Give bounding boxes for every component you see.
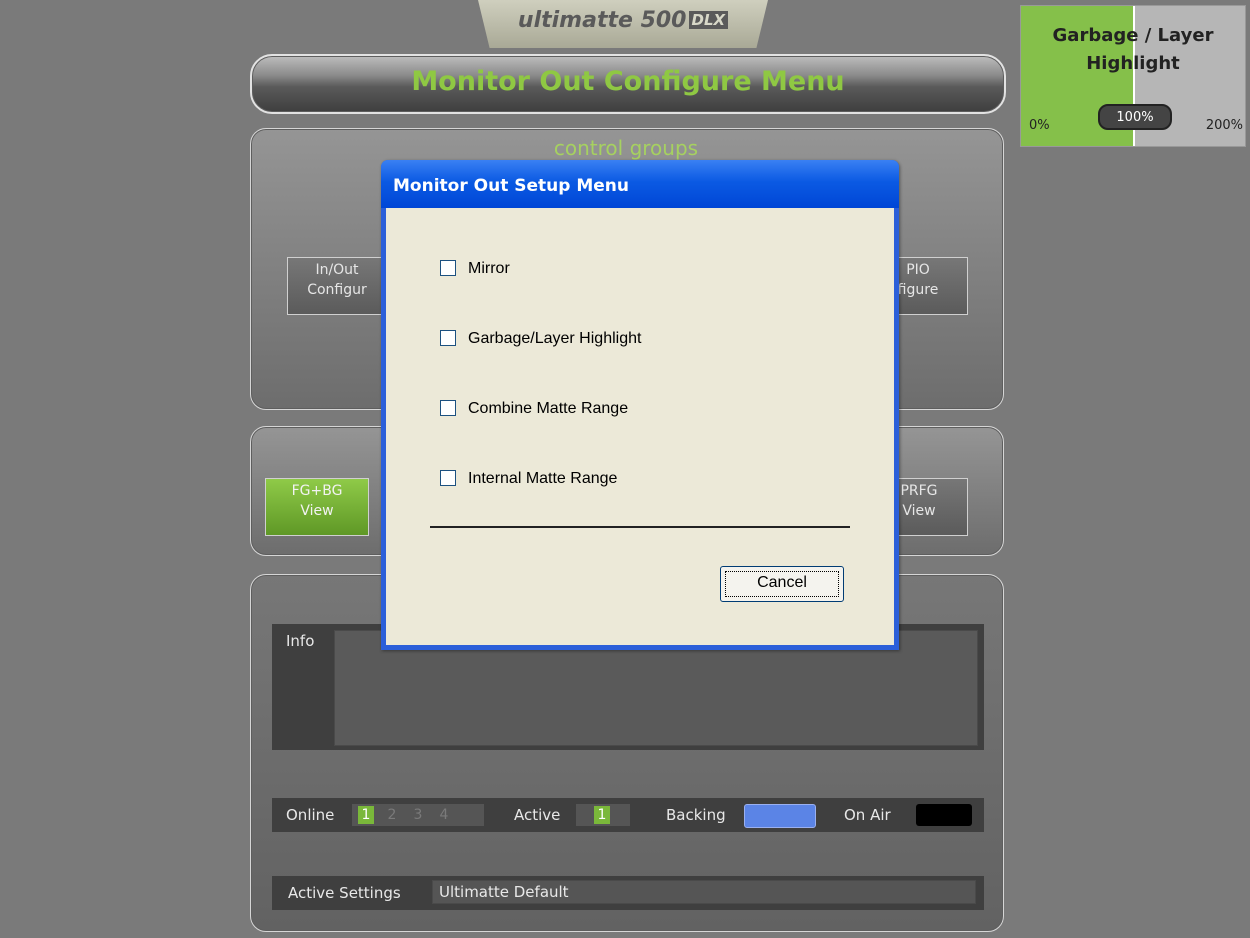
online-label: Online (286, 806, 335, 824)
dialog-titlebar[interactable]: Monitor Out Setup Menu (381, 160, 899, 208)
highlight-max-label: 200% (1205, 118, 1243, 133)
online-num-2[interactable]: 2 (384, 806, 400, 824)
backing-color-swatch[interactable] (744, 804, 816, 828)
backing-label: Backing (666, 806, 726, 824)
status-bar: Online 1 2 3 4 Active 1 Backing On Air (272, 798, 984, 832)
monitor-out-setup-dialog: Monitor Out Setup Menu Mirror Garbage/La… (381, 160, 899, 650)
active-label: Active (514, 806, 561, 824)
dialog-title: Monitor Out Setup Menu (393, 176, 629, 196)
highlight-slider-knob[interactable]: 100% (1098, 104, 1172, 130)
active-indicator: 1 (576, 804, 630, 826)
garbage-layer-highlight-checkbox[interactable] (440, 330, 456, 346)
in-out-configure-button[interactable]: In/Out Configur (287, 257, 387, 315)
internal-matte-range-label[interactable]: Internal Matte Range (468, 470, 617, 488)
control-groups-label: control groups (553, 136, 699, 160)
focus-ring (725, 571, 839, 597)
garbage-layer-highlight-label[interactable]: Garbage/Layer Highlight (468, 330, 641, 348)
combine-matte-range-label[interactable]: Combine Matte Range (468, 400, 628, 418)
highlight-title: Garbage / Layer Highlight (1052, 25, 1214, 74)
cancel-button[interactable]: Cancel (720, 566, 844, 602)
info-label: Info (286, 632, 315, 650)
online-indicator-group: 1 2 3 4 (352, 804, 484, 826)
internal-matte-range-checkbox[interactable] (440, 470, 456, 486)
logo: ultimatte 500 DLX (478, 8, 768, 33)
active-settings-label: Active Settings (288, 884, 401, 902)
dialog-separator (430, 526, 850, 528)
active-num: 1 (594, 806, 610, 824)
online-num-1[interactable]: 1 (358, 806, 374, 824)
highlight-min-label: 0% (1029, 118, 1050, 133)
active-settings-bar: Active Settings Ultimatte Default (272, 876, 984, 910)
page-title: Monitor Out Configure Menu (411, 66, 845, 97)
online-num-3[interactable]: 3 (410, 806, 426, 824)
garbage-layer-highlight-panel[interactable]: Garbage / Layer Highlight 0% 200% 100% (1020, 5, 1246, 147)
online-num-4[interactable]: 4 (436, 806, 452, 824)
active-settings-value: Ultimatte Default (432, 880, 976, 904)
on-air-label: On Air (844, 806, 891, 824)
mirror-checkbox[interactable] (440, 260, 456, 276)
on-air-indicator (916, 804, 972, 826)
fg-bg-view-button[interactable]: FG+BG View (265, 478, 369, 536)
combine-matte-range-checkbox[interactable] (440, 400, 456, 416)
dialog-body: Mirror Garbage/Layer Highlight Combine M… (386, 208, 894, 645)
mirror-label[interactable]: Mirror (468, 260, 510, 278)
